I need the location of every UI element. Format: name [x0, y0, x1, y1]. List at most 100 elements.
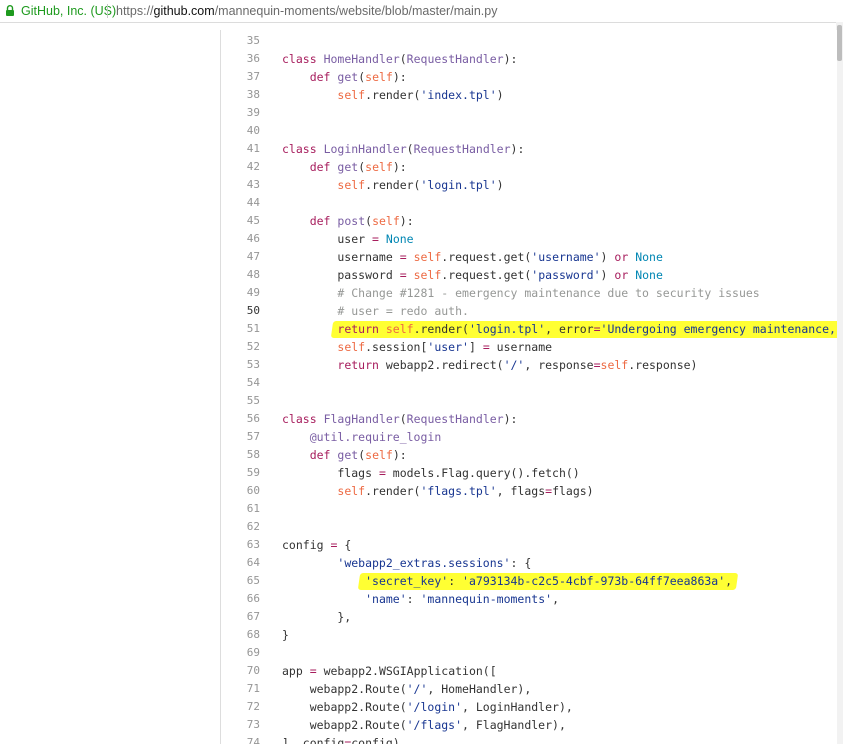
line-number[interactable]: 38: [221, 86, 260, 104]
code-text: class HomeHandler(RequestHandler):: [282, 52, 518, 66]
code-line-59: 59 flags = models.Flag.query().fetch(): [221, 464, 837, 482]
line-number[interactable]: 46: [221, 230, 260, 248]
code-line-69: 69: [221, 644, 837, 662]
line-number[interactable]: 52: [221, 338, 260, 356]
line-number[interactable]: 58: [221, 446, 260, 464]
code-text: def get(self):: [309, 448, 407, 462]
code-line-39: 39: [221, 104, 837, 122]
line-number[interactable]: 65: [221, 572, 260, 590]
code-line-67: 67 },: [221, 608, 837, 626]
code-line-47: 47 username = self.request.get('username…: [221, 248, 837, 266]
code-text: username = self.request.get('username') …: [282, 250, 663, 264]
code-line-56: 56 class FlagHandler(RequestHandler):: [221, 410, 837, 428]
line-number[interactable]: 72: [221, 698, 260, 716]
line-number[interactable]: 36: [221, 50, 260, 68]
code-line-70: 70 app = webapp2.WSGIApplication([: [221, 662, 837, 680]
code-text: self.session['user'] = username: [337, 340, 553, 354]
code-line-42: 42 def get(self):: [221, 158, 837, 176]
code-text: webapp2.Route('/', HomeHandler),: [282, 682, 532, 696]
address-separator: [107, 4, 108, 18]
line-number[interactable]: 59: [221, 464, 260, 482]
code-text: 'secret_key': 'a793134b-c2c5-4cbf-973b-6…: [365, 574, 733, 588]
line-number[interactable]: 64: [221, 554, 260, 572]
code-line-43: 43 self.render('login.tpl'): [221, 176, 837, 194]
code-line-65: 65 'secret_key': 'a793134b-c2c5-4cbf-973…: [221, 572, 837, 590]
line-number[interactable]: 56: [221, 410, 260, 428]
line-number[interactable]: 55: [221, 392, 260, 410]
code-line-40: 40: [221, 122, 837, 140]
line-number[interactable]: 35: [221, 32, 260, 50]
code-text: def post(self):: [309, 214, 414, 228]
code-text: webapp2.Route('/login', LoginHandler),: [282, 700, 573, 714]
code-line-55: 55: [221, 392, 837, 410]
code-line-54: 54: [221, 374, 837, 392]
line-number[interactable]: 43: [221, 176, 260, 194]
code-text: def get(self):: [309, 70, 407, 84]
code-view: 35 36 class HomeHandler(RequestHandler): 37…: [220, 30, 837, 744]
code-text: ], config=config): [282, 736, 400, 744]
line-number[interactable]: 69: [221, 644, 260, 662]
code-text: config = {: [282, 538, 352, 552]
code-line-38: 38 self.render('index.tpl'): [221, 86, 837, 104]
code-text: class LoginHandler(RequestHandler):: [282, 142, 525, 156]
code-text: },: [282, 610, 352, 624]
line-number[interactable]: 57: [221, 428, 260, 446]
line-number[interactable]: 39: [221, 104, 260, 122]
code-line-49: 49 # Change #1281 - emergency maintenanc…: [221, 284, 837, 302]
line-number[interactable]: 66: [221, 590, 260, 608]
url-field[interactable]: https://github.com/mannequin-moments/web…: [116, 0, 497, 22]
line-number[interactable]: 44: [221, 194, 260, 212]
line-number[interactable]: 68: [221, 626, 260, 644]
url-host: github.com: [153, 4, 215, 18]
code-line-48: 48 password = self.request.get('password…: [221, 266, 837, 284]
code-line-62: 62: [221, 518, 837, 536]
code-line-44: 44: [221, 194, 837, 212]
line-number[interactable]: 40: [221, 122, 260, 140]
line-number[interactable]: 50: [221, 302, 260, 320]
line-number[interactable]: 47: [221, 248, 260, 266]
line-number[interactable]: 74: [221, 734, 260, 744]
line-number[interactable]: 61: [221, 500, 260, 518]
line-number[interactable]: 60: [221, 482, 260, 500]
code-text: @util.require_login: [309, 430, 442, 444]
code-line-50: 50 # user = redo auth.: [221, 302, 837, 320]
line-number[interactable]: 41: [221, 140, 260, 158]
line-number[interactable]: 73: [221, 716, 260, 734]
code-text: def get(self):: [309, 160, 407, 174]
line-number[interactable]: 63: [221, 536, 260, 554]
code-text: # Change #1281 - emergency maintenance d…: [337, 286, 760, 300]
code-text: flags = models.Flag.query().fetch(): [282, 466, 580, 480]
code-line-63: 63 config = {: [221, 536, 837, 554]
code-line-64: 64 'webapp2_extras.sessions': {: [221, 554, 837, 572]
code-line-72: 72 webapp2.Route('/login', LoginHandler)…: [221, 698, 837, 716]
code-text: user = None: [282, 232, 414, 246]
address-bar[interactable]: GitHub, Inc. (US) https://github.com/man…: [0, 0, 843, 23]
line-number[interactable]: 48: [221, 266, 260, 284]
line-number[interactable]: 51: [221, 320, 260, 338]
code-line-53: 53 return webapp2.redirect('/', response…: [221, 356, 837, 374]
line-number[interactable]: 67: [221, 608, 260, 626]
code-line-61: 61: [221, 500, 837, 518]
scrollbar-thumb[interactable]: [837, 25, 842, 61]
code-text: 'name': 'mannequin-moments',: [365, 592, 559, 606]
code-line-37: 37 def get(self):: [221, 68, 837, 86]
scrollbar-track[interactable]: [836, 22, 843, 744]
line-number[interactable]: 42: [221, 158, 260, 176]
url-path: /mannequin-moments/website/blob/master/m…: [214, 4, 498, 18]
line-number[interactable]: 45: [221, 212, 260, 230]
code-line-74: 74 ], config=config): [221, 734, 837, 744]
line-number[interactable]: 49: [221, 284, 260, 302]
code-text: self.render('index.tpl'): [337, 88, 504, 102]
line-number[interactable]: 70: [221, 662, 260, 680]
code-line-58: 58 def get(self):: [221, 446, 837, 464]
line-number[interactable]: 37: [221, 68, 260, 86]
code-text: app = webapp2.WSGIApplication([: [282, 664, 497, 678]
code-line-66: 66 'name': 'mannequin-moments',: [221, 590, 837, 608]
site-identity[interactable]: GitHub, Inc. (US): [21, 0, 116, 22]
line-number[interactable]: 53: [221, 356, 260, 374]
line-number[interactable]: 71: [221, 680, 260, 698]
line-number[interactable]: 62: [221, 518, 260, 536]
code-text: self.render('login.tpl'): [337, 178, 504, 192]
code-line-36: 36 class HomeHandler(RequestHandler):: [221, 50, 837, 68]
line-number[interactable]: 54: [221, 374, 260, 392]
